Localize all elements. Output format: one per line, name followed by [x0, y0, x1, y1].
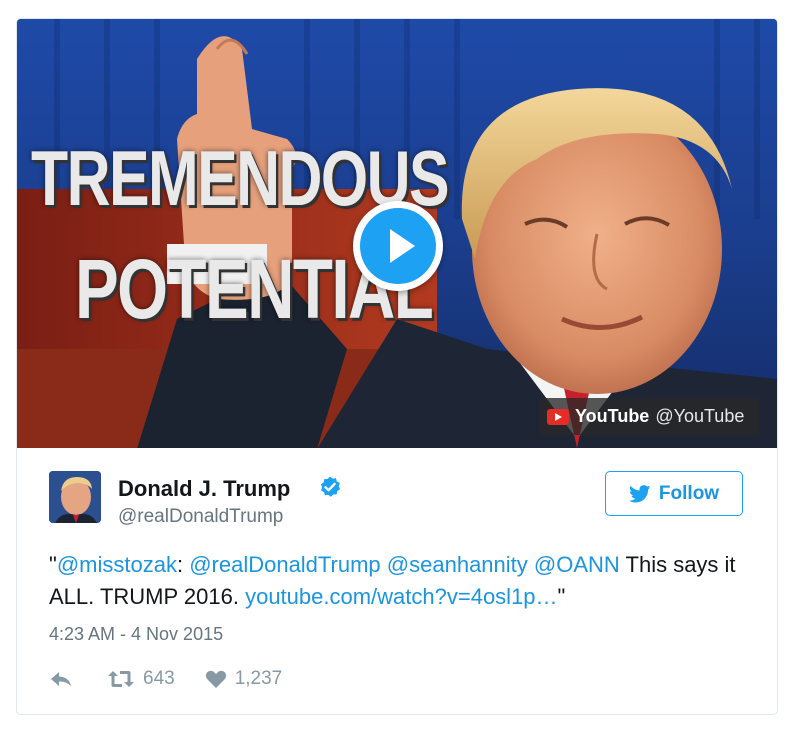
timestamp[interactable]: 4:23 AM - 4 Nov 2015 — [49, 624, 223, 645]
author-name[interactable]: Donald J. Trump — [118, 476, 290, 502]
tweet-card: TREMENDOUS POTENTIAL YouTube @YouTube Do… — [16, 18, 778, 715]
youtube-brand-label: YouTube — [575, 406, 650, 426]
play-icon — [390, 229, 415, 263]
like-count: 1,237 — [234, 668, 283, 689]
reply-button[interactable] — [49, 669, 73, 689]
close-quote: " — [557, 584, 566, 609]
tweet-text: "@misstozak: @realDonaldTrump @seanhanni… — [49, 549, 749, 613]
open-quote: " — [49, 552, 57, 577]
play-button[interactable] — [353, 201, 443, 291]
reply-icon — [51, 672, 71, 686]
url-link[interactable]: youtube.com/watch?v=4osl1p… — [245, 584, 557, 609]
retweet-count: 643 — [143, 668, 175, 689]
follow-button-label: Follow — [658, 482, 720, 504]
verified-badge-icon — [320, 476, 340, 497]
avatar[interactable] — [49, 471, 101, 523]
video-thumbnail[interactable]: TREMENDOUS POTENTIAL YouTube @YouTube — [17, 19, 777, 448]
retweet-icon — [108, 671, 134, 687]
retweet-button[interactable]: 643 — [107, 668, 175, 690]
mention-link[interactable]: @realDonaldTrump — [189, 552, 380, 577]
youtube-badge[interactable]: YouTube @YouTube — [539, 398, 759, 435]
heart-icon — [205, 670, 226, 688]
follow-button[interactable]: Follow — [605, 471, 743, 516]
mention-link[interactable]: @OANN — [534, 552, 620, 577]
action-bar: 643 1,237 — [49, 665, 282, 693]
youtube-logo-icon — [547, 408, 569, 425]
author-handle[interactable]: @realDonaldTrump — [118, 506, 283, 528]
colon-text: : — [176, 552, 190, 577]
youtube-handle-label: @YouTube — [655, 406, 745, 426]
twitter-bird-icon — [628, 484, 651, 502]
like-button[interactable]: 1,237 — [205, 668, 283, 690]
avatar-image — [49, 471, 101, 523]
mention-link[interactable]: @misstozak — [57, 552, 177, 577]
mention-link[interactable]: @seanhannity — [387, 552, 528, 577]
